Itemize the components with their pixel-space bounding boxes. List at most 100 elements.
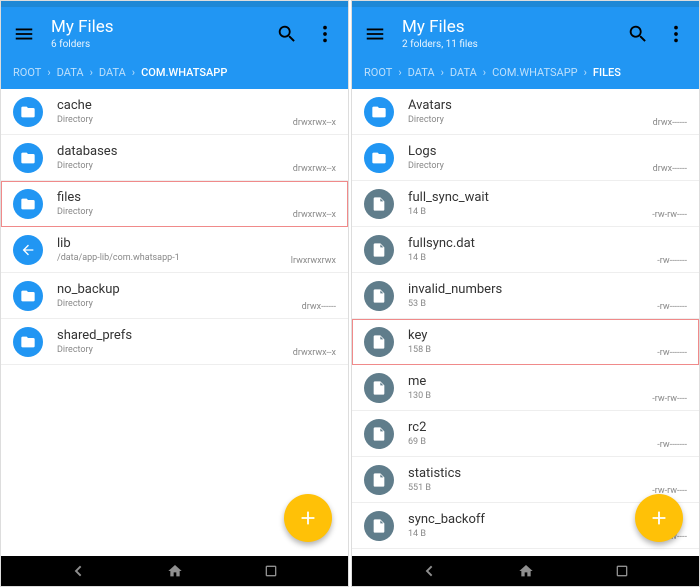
item-name: cache (57, 98, 336, 113)
item-sub: 14 B (408, 207, 687, 217)
menu-icon[interactable] (13, 23, 35, 45)
nav-back-button[interactable] (58, 561, 98, 581)
item-sub: Directory (408, 115, 687, 125)
item-sub: Directory (408, 161, 687, 171)
fab-add-button[interactable] (635, 494, 683, 542)
app-subtitle: 2 folders, 11 files (402, 39, 611, 50)
list-item[interactable]: databasesDirectorydrwxrwx--x (1, 135, 348, 181)
list-item[interactable]: Logs Directorydrwx------ (352, 135, 699, 181)
chevron-right-icon: › (441, 66, 444, 79)
list-item[interactable]: no_backupDirectorydrwx------ (1, 273, 348, 319)
item-name: me (408, 374, 687, 389)
file-icon (364, 511, 394, 541)
breadcrumb: ROOT›DATA›DATA›COM.WHATSAPP›FILES (352, 58, 699, 89)
item-info: fullsync.dat 14 B (408, 236, 687, 263)
folder-icon (13, 281, 43, 311)
item-name: files (57, 190, 336, 205)
title-wrap: My Files 2 folders, 11 files (402, 17, 611, 50)
breadcrumb-segment[interactable]: DATA (408, 66, 435, 79)
link-icon (13, 235, 43, 265)
file-list: cacheDirectorydrwxrwx--xdatabasesDirecto… (1, 89, 348, 556)
breadcrumb-segment[interactable]: DATA (99, 66, 126, 79)
item-permissions: drwx------ (653, 118, 687, 128)
item-sub: 69 B (408, 437, 687, 447)
item-permissions: lrwxrwxrwx (291, 256, 336, 266)
item-permissions: -rw-rw---- (652, 210, 687, 220)
menu-icon[interactable] (364, 23, 386, 45)
item-info: rc269 B (408, 420, 687, 447)
nav-home-button[interactable] (506, 561, 546, 581)
breadcrumb-segment[interactable]: DATA (57, 66, 84, 79)
item-permissions: -rw------- (657, 440, 687, 450)
item-sub: 14 B (408, 253, 687, 263)
list-item[interactable]: rc269 B-rw------- (352, 411, 699, 457)
file-icon (364, 281, 394, 311)
search-icon[interactable] (627, 23, 649, 45)
overflow-menu-icon[interactable] (314, 23, 336, 45)
item-sub: 551 B (408, 483, 687, 493)
list-item[interactable]: invalid_numbers 53 B-rw------- (352, 273, 699, 319)
item-permissions: drwx------ (653, 164, 687, 174)
breadcrumb-segment[interactable]: FILES (593, 66, 621, 79)
item-name: Logs (408, 144, 687, 159)
list-item[interactable]: AvatarsDirectorydrwx------ (352, 89, 699, 135)
item-permissions: -rw------- (657, 256, 687, 266)
item-permissions: drwxrwx--x (293, 210, 336, 220)
item-name: no_backup (57, 282, 336, 297)
app-title: My Files (402, 17, 611, 37)
file-list: AvatarsDirectorydrwx------LogsDirectoryd… (352, 89, 699, 556)
file-icon (364, 373, 394, 403)
item-name: fullsync.dat (408, 236, 687, 251)
search-icon[interactable] (276, 23, 298, 45)
breadcrumb-segment[interactable]: COM.WHATSAPP (141, 66, 227, 79)
list-item[interactable]: key158 B-rw------- (352, 319, 699, 365)
file-icon (364, 419, 394, 449)
chevron-right-icon: › (132, 66, 135, 79)
list-item[interactable]: fullsync.dat 14 B-rw------- (352, 227, 699, 273)
item-name: statistics (408, 466, 687, 481)
nav-recents-button[interactable] (602, 561, 642, 581)
file-icon (364, 189, 394, 219)
item-sub: 158 B (408, 345, 687, 355)
breadcrumb-segment[interactable]: ROOT (364, 66, 392, 79)
item-permissions: -rw-rw---- (652, 394, 687, 404)
pane-1: My Files 2 folders, 11 files ROOT › DATA › DAT… (351, 0, 700, 587)
item-info: me 130 B (408, 374, 687, 401)
item-sub: 130 B (408, 391, 687, 401)
item-name: shared_prefs (57, 328, 336, 343)
breadcrumb-segment[interactable]: COM.WHATSAPP (492, 66, 577, 79)
item-sub: 53 B (408, 299, 687, 309)
breadcrumb-segment[interactable]: ROOT (13, 66, 41, 79)
breadcrumb-segment[interactable]: DATA (450, 66, 477, 79)
nav-recents-button[interactable] (251, 561, 291, 581)
fab-add-button[interactable] (284, 494, 332, 542)
folder-icon (364, 143, 394, 173)
item-name: full_sync_wait (408, 190, 687, 205)
list-item[interactable]: cacheDirectorydrwxrwx--x (1, 89, 348, 135)
folder-icon (13, 327, 43, 357)
item-name: lib (57, 236, 336, 251)
nav-back-button[interactable] (409, 561, 449, 581)
list-item[interactable]: full_sync_wait 14 B-rw-rw---- (352, 181, 699, 227)
item-info: key158 B (408, 328, 687, 355)
app-bar: My Files6 folders (1, 7, 348, 58)
list-item[interactable]: me 130 B-rw-rw---- (352, 365, 699, 411)
chevron-right-icon: › (398, 66, 401, 79)
folder-icon (13, 97, 43, 127)
item-permissions: drwxrwx--x (293, 348, 336, 358)
item-name: invalid_numbers (408, 282, 687, 297)
overflow-menu-icon[interactable] (665, 23, 687, 45)
list-item[interactable]: filesDirectorydrwxrwx--x (1, 181, 348, 227)
list-item[interactable]: lib/data/app-lib/com.whatsapp-1lrwxrwxrw… (1, 227, 348, 273)
item-permissions: -rw------- (657, 302, 687, 312)
folder-icon (13, 189, 43, 219)
nav-home-button[interactable] (155, 561, 195, 581)
breadcrumb: ROOT›DATA›DATA›COM.WHATSAPP (1, 58, 348, 89)
file-icon (364, 465, 394, 495)
pane-0: My Files6 foldersROOT›DATA›DATA›COM.WHAT… (0, 0, 349, 587)
item-permissions: drwxrwx--x (293, 164, 336, 174)
app-subtitle: 6 folders (51, 39, 260, 50)
list-item[interactable]: shared_prefsDirectorydrwxrwx--x (1, 319, 348, 365)
item-info: AvatarsDirectory (408, 98, 687, 125)
item-permissions: -rw------- (657, 348, 687, 358)
